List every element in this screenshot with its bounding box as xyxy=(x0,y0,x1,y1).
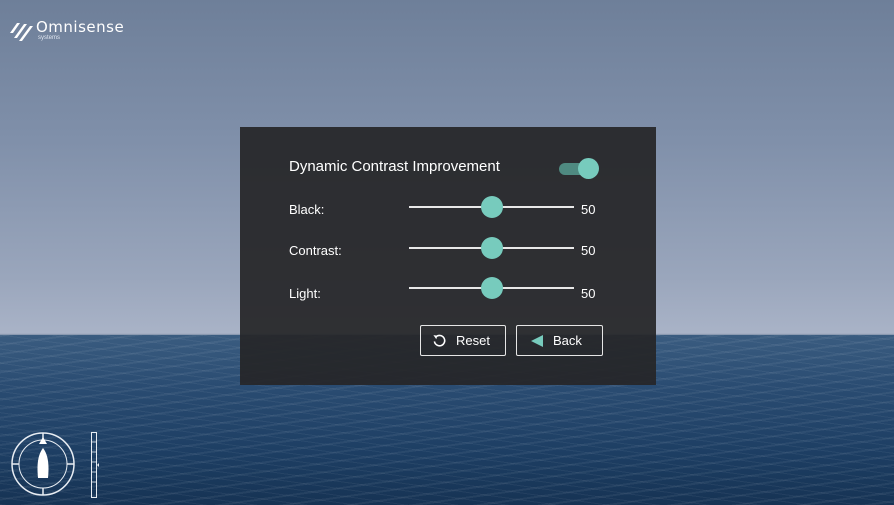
dci-label: Dynamic Contrast Improvement xyxy=(289,158,500,175)
toggle-thumb xyxy=(578,158,599,179)
triangle-left-icon xyxy=(531,334,543,347)
dci-toggle[interactable] xyxy=(559,158,599,179)
video-background: Omnisense systems Dynamic Contrast Impro… xyxy=(0,0,894,505)
contrast-label: Contrast: xyxy=(289,243,342,258)
back-label: Back xyxy=(553,333,582,348)
contrast-value: 50 xyxy=(581,243,596,258)
light-slider[interactable] xyxy=(409,277,574,299)
black-slider[interactable] xyxy=(409,196,574,218)
black-value: 50 xyxy=(581,202,596,217)
black-label: Black: xyxy=(289,202,325,217)
brand-name: Omnisense xyxy=(36,18,125,36)
light-value: 50 xyxy=(581,286,596,301)
reset-label: Reset xyxy=(456,333,490,348)
reset-button[interactable]: Reset xyxy=(420,325,506,356)
refresh-icon xyxy=(433,334,446,347)
slider-thumb[interactable] xyxy=(480,277,503,299)
image-settings-panel: Dynamic Contrast Improvement Black: 50 C… xyxy=(240,127,656,385)
slider-thumb[interactable] xyxy=(480,196,503,218)
contrast-slider[interactable] xyxy=(409,237,574,259)
compass-boat-icon xyxy=(11,432,75,496)
back-button[interactable]: Back xyxy=(516,325,603,356)
omnisense-logo-icon xyxy=(10,23,33,41)
vertical-scale-icon xyxy=(91,432,99,498)
light-label: Light: xyxy=(289,286,321,301)
brand-logo: Omnisense systems xyxy=(8,20,124,44)
slider-thumb[interactable] xyxy=(480,237,503,259)
